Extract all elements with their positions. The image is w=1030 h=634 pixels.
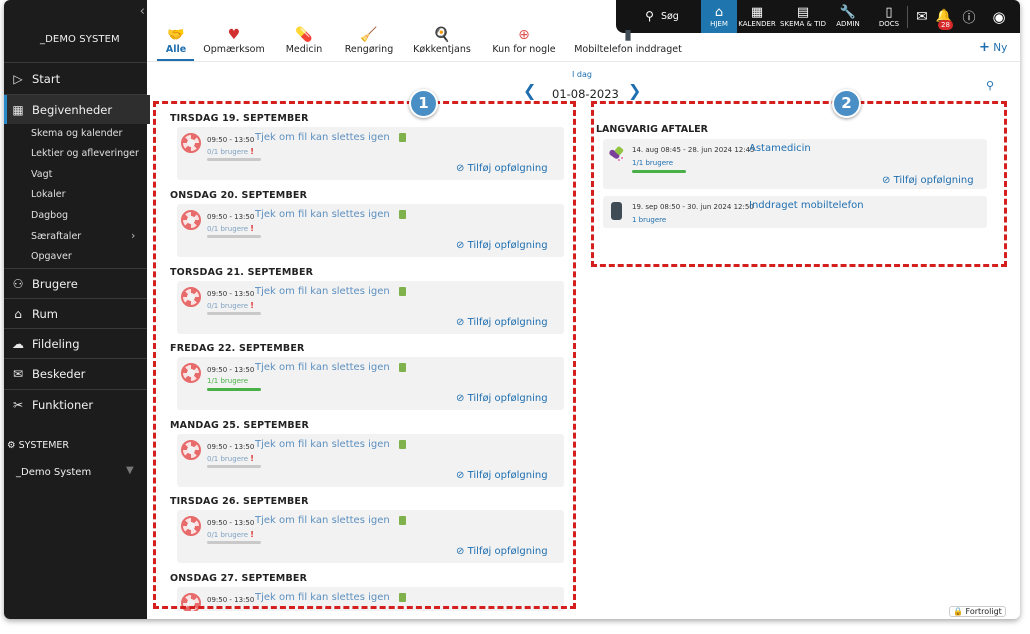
- nav-label: ADMIN: [836, 19, 860, 28]
- sidebar-item-funktioner[interactable]: ✂ Funktioner: [4, 390, 147, 419]
- tab-label: Alle: [165, 44, 187, 55]
- nav-admin[interactable]: 🔧 ADMIN: [833, 0, 863, 33]
- tab-medicin[interactable]: 💊 Medicin: [280, 26, 328, 55]
- sidebar-item-label: Begivenheder: [32, 102, 113, 117]
- nav-skema-tid[interactable]: ▤ SKEMA & TID: [778, 0, 828, 33]
- building-icon: ⌂: [14, 306, 22, 321]
- lock-icon: 🔒: [953, 607, 963, 616]
- calendar-icon: ▦: [12, 102, 24, 117]
- tab-label: Medicin: [285, 44, 323, 55]
- caret-down-icon[interactable]: ▼: [126, 465, 134, 476]
- cloud-icon: ☁: [12, 336, 24, 351]
- medicine-icon: 💊: [295, 27, 313, 43]
- app-window: ‹ _DEMO SYSTEM ▷ Start ▦ Begivenheder Sk…: [4, 0, 1020, 619]
- sidebar-sub-saeraftaler[interactable]: Særaftaler: [31, 231, 81, 242]
- users-icon: ⚇: [12, 276, 24, 291]
- schedule-icon: ▤: [796, 4, 810, 20]
- sidebar-item-beskeder[interactable]: ✉ Beskeder: [4, 359, 147, 388]
- search-label: Søg: [660, 11, 679, 22]
- sidebar-sub-opgaver[interactable]: Opgaver: [31, 251, 72, 262]
- sidebar-item-label: Rum: [32, 306, 58, 321]
- chevron-right-icon[interactable]: ❯: [628, 81, 641, 100]
- systems-label: SYSTEMER: [18, 440, 70, 451]
- confidential-button[interactable]: 🔒 Fortroligt: [949, 606, 1006, 617]
- help-icon[interactable]: ⓘ: [958, 0, 980, 33]
- tab-kun-for-nogle[interactable]: ⊕ Kun for nogle: [488, 26, 560, 55]
- sidebar-item-label: Fildeling: [32, 336, 80, 351]
- chevron-left-icon[interactable]: ❮: [523, 81, 536, 100]
- sidebar-item-label: Brugere: [32, 276, 78, 291]
- tab-alle[interactable]: 🤝 Alle: [160, 26, 192, 55]
- divider: [907, 6, 908, 28]
- sidebar-sub-skema[interactable]: Skema og kalender: [31, 128, 122, 139]
- tab-opmaerksom[interactable]: ♥ Opmærksom: [200, 26, 268, 55]
- search-icon[interactable]: ⚲: [986, 79, 994, 92]
- phone-icon: ▮: [624, 27, 632, 43]
- sidebar: ‹ _DEMO SYSTEM ▷ Start ▦ Begivenheder Sk…: [4, 0, 150, 619]
- new-button-label: Ny: [993, 42, 1008, 54]
- mail-icon[interactable]: ✉: [911, 0, 933, 33]
- plus-icon: +: [979, 40, 990, 55]
- tab-label: Køkkentjans: [413, 44, 471, 55]
- tab-label: Rengøring: [344, 44, 394, 55]
- home-icon: ⌂: [714, 4, 724, 20]
- nav-label: KALENDER: [738, 19, 776, 28]
- chevron-right-icon[interactable]: ›: [131, 229, 135, 242]
- heart-icon: ♥: [227, 27, 241, 43]
- nav-docs[interactable]: ▯ DOCS: [876, 0, 902, 33]
- search-icon: ⚲: [645, 9, 654, 23]
- wrench-icon: 🔧: [839, 4, 857, 20]
- tools-icon: ✂: [12, 397, 24, 412]
- divider: [147, 61, 1020, 62]
- chat-icon: ✉: [12, 366, 24, 381]
- nav-hjem[interactable]: ⌂ HJEM: [701, 0, 737, 33]
- highlight-box: [591, 101, 1007, 267]
- tab-label: Mobiltelefon inddraget: [574, 44, 682, 55]
- tab-rengoring[interactable]: 🧹 Rengøring: [340, 26, 398, 55]
- collapse-sidebar-icon[interactable]: ‹: [140, 4, 145, 19]
- user-icon[interactable]: ◉: [986, 0, 1012, 33]
- sidebar-item-begivenheder[interactable]: ▦ Begivenheder: [4, 95, 150, 124]
- nav-kalender[interactable]: ▦ KALENDER: [738, 0, 776, 33]
- sidebar-item-label: Funktioner: [32, 397, 94, 412]
- tab-mobiltelefon-inddraget[interactable]: ▮ Mobiltelefon inddraget: [572, 26, 684, 55]
- sidebar-sub-lektier[interactable]: Lektier og afleveringer: [31, 148, 139, 159]
- sidebar-item-fildeling[interactable]: ☁ Fildeling: [4, 329, 147, 358]
- system-selector[interactable]: _Demo System: [16, 467, 91, 478]
- play-icon: ▷: [13, 71, 23, 86]
- notification-badge: 28: [938, 20, 953, 30]
- new-button[interactable]: + Ny: [979, 40, 1007, 55]
- document-icon: ▯: [885, 4, 893, 20]
- annotation-badge: 1: [409, 89, 438, 118]
- sidebar-item-label: Start: [32, 71, 61, 86]
- sidebar-item-brugere[interactable]: ⚇ Brugere: [4, 269, 147, 298]
- sidebar-sub-dagbog[interactable]: Dagbog: [31, 210, 68, 221]
- calendar-icon: ▦: [750, 4, 764, 20]
- current-date[interactable]: 01-08-2023: [552, 87, 619, 101]
- annotation-badge: 2: [832, 89, 861, 118]
- tab-kokkentjans[interactable]: 🍳 Køkkentjans: [408, 26, 476, 55]
- sidebar-item-label: Beskeder: [32, 366, 86, 381]
- today-link[interactable]: I dag: [572, 70, 592, 79]
- nav-label: DOCS: [878, 19, 900, 28]
- nav-label: HJEM: [710, 19, 728, 28]
- sidebar-item-rum[interactable]: ⌂ Rum: [4, 299, 147, 328]
- tab-label: Opmærksom: [203, 44, 265, 55]
- system-title: _DEMO SYSTEM: [40, 34, 120, 45]
- cooking-icon: 🍳: [433, 27, 451, 43]
- lifebuoy-icon: ⊕: [518, 27, 530, 43]
- highlight-box: [153, 101, 576, 609]
- divider: [4, 62, 147, 63]
- handshake-icon: 🤝: [167, 27, 185, 43]
- systems-heading: ⚙ SYSTEMER: [7, 440, 69, 451]
- tab-label: Kun for nogle: [492, 44, 556, 55]
- nav-label: SKEMA & TID: [780, 19, 826, 28]
- gear-icon: ⚙: [7, 440, 16, 451]
- sidebar-item-start[interactable]: ▷ Start: [4, 64, 147, 93]
- sidebar-sub-lokaler[interactable]: Lokaler: [31, 189, 65, 200]
- sidebar-sub-vagt[interactable]: Vagt: [31, 169, 52, 180]
- bucket-icon: 🧹: [360, 27, 378, 43]
